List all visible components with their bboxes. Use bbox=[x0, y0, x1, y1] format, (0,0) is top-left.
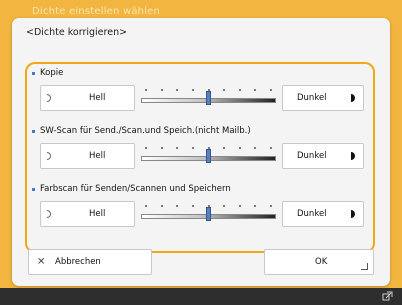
bullet-icon bbox=[32, 187, 35, 191]
density-panel: Kopie Hell Dunkel SW-Scan für Send./Scan… bbox=[25, 62, 375, 253]
background-title: Dichte einstellen wählen bbox=[32, 6, 161, 17]
slider-tick bbox=[238, 147, 241, 149]
light-icon bbox=[47, 152, 51, 160]
dark-button-kopie[interactable]: Dunkel bbox=[282, 85, 364, 111]
network-icon[interactable] bbox=[382, 290, 394, 302]
slider-tick bbox=[145, 89, 147, 91]
slider-tick bbox=[270, 147, 272, 149]
section-label-text: Kopie bbox=[40, 68, 64, 78]
status-bar bbox=[0, 288, 402, 305]
light-label: Hell bbox=[89, 93, 106, 103]
dark-icon bbox=[351, 94, 355, 102]
slider-tick bbox=[176, 147, 179, 149]
dark-icon bbox=[351, 210, 355, 218]
slider-tick bbox=[145, 147, 147, 149]
slider-tick bbox=[160, 89, 163, 91]
slider-tick bbox=[160, 205, 163, 207]
light-icon bbox=[47, 210, 51, 218]
light-button-kopie[interactable]: Hell bbox=[40, 85, 135, 111]
slider-tick bbox=[191, 205, 194, 207]
section-label-text: Farbscan für Senden/Scannen und Speicher… bbox=[40, 184, 231, 194]
slider-thumb[interactable] bbox=[206, 207, 211, 221]
slider-thumb[interactable] bbox=[206, 149, 211, 163]
dark-label: Dunkel bbox=[297, 151, 327, 161]
dialog-title: <Dichte korrigieren> bbox=[26, 27, 128, 38]
section-label-farbscan: Farbscan für Senden/Scannen und Speicher… bbox=[32, 184, 231, 194]
slider-tick bbox=[270, 205, 272, 207]
dark-button-sw-scan[interactable]: Dunkel bbox=[282, 143, 364, 169]
slider-tick bbox=[160, 147, 163, 149]
density-slider-sw-scan[interactable] bbox=[141, 143, 276, 169]
section-label-text: SW-Scan für Send./Scan.und Speich.(nicht… bbox=[40, 126, 251, 136]
resize-corner-icon bbox=[361, 263, 368, 270]
density-slider-farbscan[interactable] bbox=[141, 201, 276, 227]
section-label-sw-scan: SW-Scan für Send./Scan.und Speich.(nicht… bbox=[32, 126, 251, 136]
slider-tick bbox=[238, 205, 241, 207]
ok-label: OK bbox=[315, 257, 328, 267]
dark-button-farbscan[interactable]: Dunkel bbox=[282, 201, 364, 227]
slider-tick bbox=[254, 89, 257, 91]
light-label: Hell bbox=[89, 209, 106, 219]
slider-tick bbox=[176, 205, 179, 207]
density-dialog: <Dichte korrigieren> Kopie Hell Dunkel S… bbox=[12, 18, 390, 286]
slider-tick bbox=[254, 147, 257, 149]
bullet-icon bbox=[32, 129, 35, 133]
slider-tick bbox=[145, 205, 147, 207]
slider-tick bbox=[191, 89, 194, 91]
ok-button[interactable]: OK bbox=[264, 249, 374, 275]
slider-thumb[interactable] bbox=[206, 91, 211, 105]
dark-icon bbox=[351, 152, 355, 160]
cancel-button[interactable]: ✕ Abbrechen bbox=[28, 249, 152, 275]
slider-tick bbox=[254, 205, 257, 207]
dark-label: Dunkel bbox=[297, 209, 327, 219]
slider-tick bbox=[223, 205, 226, 207]
light-button-sw-scan[interactable]: Hell bbox=[40, 143, 135, 169]
bullet-icon bbox=[32, 71, 35, 75]
close-icon: ✕ bbox=[37, 256, 46, 268]
slider-tick bbox=[238, 89, 241, 91]
slider-tick bbox=[176, 89, 179, 91]
slider-tick bbox=[191, 147, 194, 149]
light-button-farbscan[interactable]: Hell bbox=[40, 201, 135, 227]
cancel-label: Abbrechen bbox=[55, 257, 101, 267]
slider-tick bbox=[223, 147, 226, 149]
slider-tick bbox=[223, 89, 226, 91]
light-icon bbox=[47, 94, 51, 102]
section-label-kopie: Kopie bbox=[32, 68, 63, 78]
dark-label: Dunkel bbox=[297, 93, 327, 103]
slider-tick bbox=[270, 89, 272, 91]
density-slider-kopie[interactable] bbox=[141, 85, 276, 111]
light-label: Hell bbox=[89, 151, 106, 161]
